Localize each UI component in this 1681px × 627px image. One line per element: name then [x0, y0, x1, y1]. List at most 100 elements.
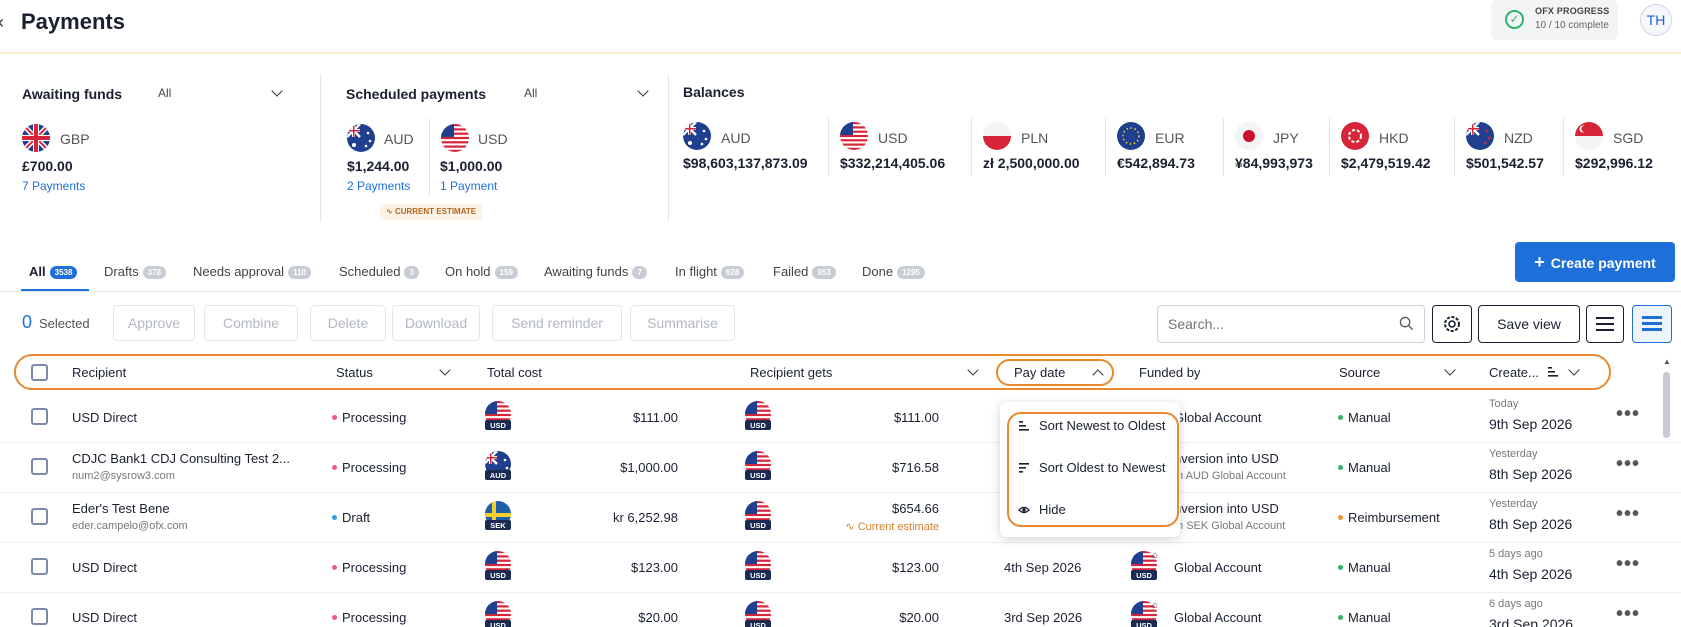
scheduled-aud-code: AUD: [384, 131, 414, 147]
vertical-scrollbar[interactable]: [1663, 372, 1670, 438]
tab-all[interactable]: All 3538: [29, 264, 78, 279]
banner-divider: [0, 52, 1681, 54]
status-dot: [332, 415, 337, 420]
chevron-down-icon[interactable]: [637, 85, 649, 97]
balance-amount: zł 2,500,000.00: [983, 155, 1080, 171]
column-source[interactable]: Source: [1339, 365, 1380, 380]
recipient-gets-amount: $20.00: [899, 610, 939, 625]
tab-drafts[interactable]: Drafts 378: [104, 264, 167, 279]
scheduled-usd-link[interactable]: 1 Payment: [440, 179, 497, 193]
currency-flag-icon: SEK: [484, 501, 512, 531]
svg-text:USD: USD: [490, 571, 506, 580]
tabs-divider: [0, 291, 1681, 292]
created-relative: Yesterday: [1489, 498, 1538, 510]
total-cost: $20.00: [638, 610, 678, 625]
tab-count-badge: 1295: [897, 266, 925, 279]
more-options-icon[interactable]: •••: [1616, 403, 1640, 426]
search-box[interactable]: [1157, 305, 1425, 343]
total-cost: kr 6,252.98: [612, 510, 678, 525]
row-checkbox[interactable]: [31, 408, 48, 425]
search-icon[interactable]: [1399, 316, 1414, 331]
chevron-down-icon[interactable]: [271, 85, 283, 97]
more-options-icon[interactable]: •••: [1616, 603, 1640, 626]
awaiting-funds-filter[interactable]: All: [158, 86, 171, 100]
current-estimate-badge: ∿ CURRENT ESTIMATE: [380, 204, 483, 220]
save-view-button[interactable]: Save view: [1478, 305, 1580, 343]
tab-count-badge: 378: [142, 266, 167, 279]
total-cost: $123.00: [631, 560, 678, 575]
currency-flag-icon: USD: [484, 401, 512, 431]
column-status[interactable]: Status: [336, 365, 373, 380]
tab-awaiting-funds[interactable]: Awaiting funds 7: [544, 264, 647, 279]
combine-button[interactable]: Combine: [204, 305, 298, 341]
scroll-up-icon[interactable]: ▲: [1663, 357, 1671, 366]
tab-count-badge: 3538: [49, 266, 78, 279]
download-button[interactable]: Download: [392, 305, 480, 341]
sort-ascending-icon: [1019, 463, 1029, 473]
column-created[interactable]: Create...: [1489, 365, 1539, 380]
compact-view-button[interactable]: [1632, 305, 1672, 343]
tab-needs-approval[interactable]: Needs approval 110: [193, 264, 311, 279]
funded-by: nversion into USD: [1174, 451, 1279, 466]
source-dot: [1338, 565, 1343, 570]
tab-done[interactable]: Done 1295: [862, 264, 925, 279]
more-options-icon[interactable]: •••: [1616, 503, 1640, 526]
avatar[interactable]: TH: [1640, 4, 1672, 36]
row-checkbox[interactable]: [31, 458, 48, 475]
approve-button[interactable]: Approve: [113, 305, 195, 341]
balance-amount: $501,542.57: [1466, 155, 1544, 171]
column-recipient-gets[interactable]: Recipient gets: [750, 365, 832, 380]
select-all-checkbox[interactable]: [31, 364, 48, 381]
more-options-icon[interactable]: •••: [1616, 553, 1640, 576]
search-input[interactable]: [1158, 306, 1378, 342]
comfortable-view-button[interactable]: [1586, 305, 1624, 343]
tab-label: In flight: [675, 264, 717, 279]
funded-by: Global Account: [1174, 560, 1262, 575]
status-dot: [332, 615, 337, 620]
sort-oldest-to-newest[interactable]: Sort Oldest to Newest: [1039, 460, 1165, 475]
row-checkbox[interactable]: [31, 508, 48, 525]
settings-button[interactable]: [1432, 305, 1472, 343]
sort-newest-to-oldest[interactable]: Sort Newest to Oldest: [1039, 418, 1165, 433]
send-reminder-button[interactable]: Send reminder: [492, 305, 622, 341]
balance-currency-code: EUR: [1155, 130, 1185, 146]
tab-on-hold[interactable]: On hold 159: [445, 264, 518, 279]
balance-amount: €542,894.73: [1117, 155, 1195, 171]
more-options-icon[interactable]: •••: [1616, 453, 1640, 476]
back-icon[interactable]: ‹: [0, 12, 4, 33]
create-payment-button[interactable]: + Create payment: [1515, 242, 1675, 282]
tab-in-flight[interactable]: In flight 628: [675, 264, 745, 279]
tab-label: Awaiting funds: [544, 264, 629, 279]
tab-label: Done: [862, 264, 894, 279]
awaiting-amount: £700.00: [22, 158, 73, 174]
source-label: Reimbursement: [1338, 510, 1440, 525]
svg-text:SEK: SEK: [490, 521, 506, 530]
jpy-flag-icon: [1235, 122, 1263, 150]
scheduled-payments-filter[interactable]: All: [524, 86, 537, 100]
trend-icon: ∿: [386, 207, 395, 216]
awaiting-payments-link[interactable]: 7 Payments: [22, 179, 85, 193]
funded-by: nversion into USD: [1174, 501, 1279, 516]
tab-failed[interactable]: Failed 953: [773, 264, 836, 279]
status-label: Processing: [332, 610, 406, 625]
tab-scheduled[interactable]: Scheduled 3: [339, 264, 419, 279]
column-recipient[interactable]: Recipient: [72, 365, 126, 380]
row-checkbox[interactable]: [31, 558, 48, 575]
hide-column[interactable]: Hide: [1039, 502, 1066, 517]
delete-button[interactable]: Delete: [310, 305, 386, 341]
tab-count-badge: 3: [404, 266, 419, 279]
row-checkbox[interactable]: [31, 608, 48, 625]
tab-label: Needs approval: [193, 264, 285, 279]
column-total-cost[interactable]: Total cost: [487, 365, 542, 380]
scheduled-aud-link[interactable]: 2 Payments: [347, 179, 410, 193]
column-funded-by[interactable]: Funded by: [1139, 365, 1200, 380]
balance-currency-code: USD: [878, 130, 908, 146]
funded-by: Global Account: [1174, 410, 1262, 425]
column-pay-date[interactable]: Pay date: [1014, 365, 1065, 380]
balance-divider: [1223, 118, 1224, 176]
usd-flag-icon: [441, 124, 469, 152]
recipient-gets-amount: $716.58: [892, 460, 939, 475]
sort-icon[interactable]: [1547, 366, 1559, 378]
sort-descending-icon: [1019, 421, 1029, 431]
summarise-button[interactable]: Summarise: [630, 305, 735, 341]
